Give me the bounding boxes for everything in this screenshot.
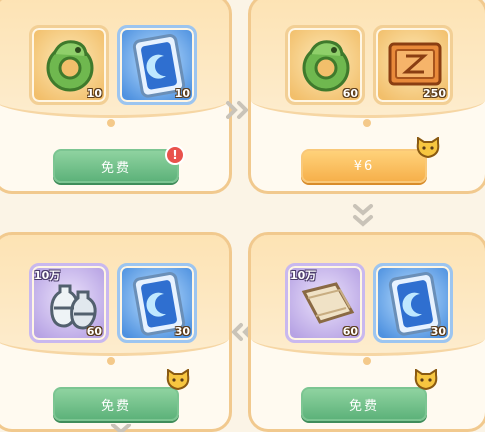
item-quantity: 30 [174,325,190,338]
item-slot-blue-card[interactable]: 30 [117,263,197,343]
item-quantity: 10 [86,87,102,100]
item-slot-blue-card[interactable]: 30 [373,263,453,343]
item-slot-porcelain-vase[interactable]: 10万 60 [29,263,109,343]
bonus-tag: 10万 [290,269,317,282]
card-ornament [363,119,371,127]
reward-path: 10 10 免费 ! 60 250 ¥6 10万 60 30 免费 10万 60… [0,0,485,432]
item-quantity: 60 [342,325,358,338]
card-ornament [107,357,115,365]
item-quantity: 60 [86,325,102,338]
claim-button[interactable]: 免费 [53,149,179,183]
item-slot-paper-scroll[interactable]: 10万 60 [285,263,365,343]
item-slot-orange-scroll[interactable]: 250 [373,25,453,105]
item-quantity: 250 [423,87,446,100]
card-ornament [363,357,371,365]
item-slot-jade-dragon[interactable]: 10 [29,25,109,105]
cat-token-icon [414,369,438,391]
orange-scroll-icon [388,42,442,86]
purchase-button[interactable]: ¥6 [301,149,427,183]
chevron-down-icon [353,204,373,227]
item-quantity: 60 [342,87,358,100]
reward-pack-1: 10 10 免费 ! [0,0,232,194]
claim-button[interactable]: 免费 [53,387,179,421]
card-ornament [107,119,115,127]
cat-token-icon [166,369,190,391]
claim-button[interactable]: 免费 [301,387,427,421]
cat-token-icon [416,137,440,159]
reward-pack-3: 10万 60 30 免费 [0,232,232,432]
item-quantity: 10 [174,87,190,100]
reward-pack-2: 60 250 ¥6 [248,0,485,194]
reward-pack-4: 10万 60 30 免费 [248,232,485,432]
chevron-down-icon [111,424,131,432]
bonus-tag: 10万 [34,269,61,282]
item-slot-blue-card[interactable]: 10 [117,25,197,105]
item-slot-jade-dragon[interactable]: 60 [285,25,365,105]
item-quantity: 30 [430,325,446,338]
notification-badge: ! [165,145,185,165]
